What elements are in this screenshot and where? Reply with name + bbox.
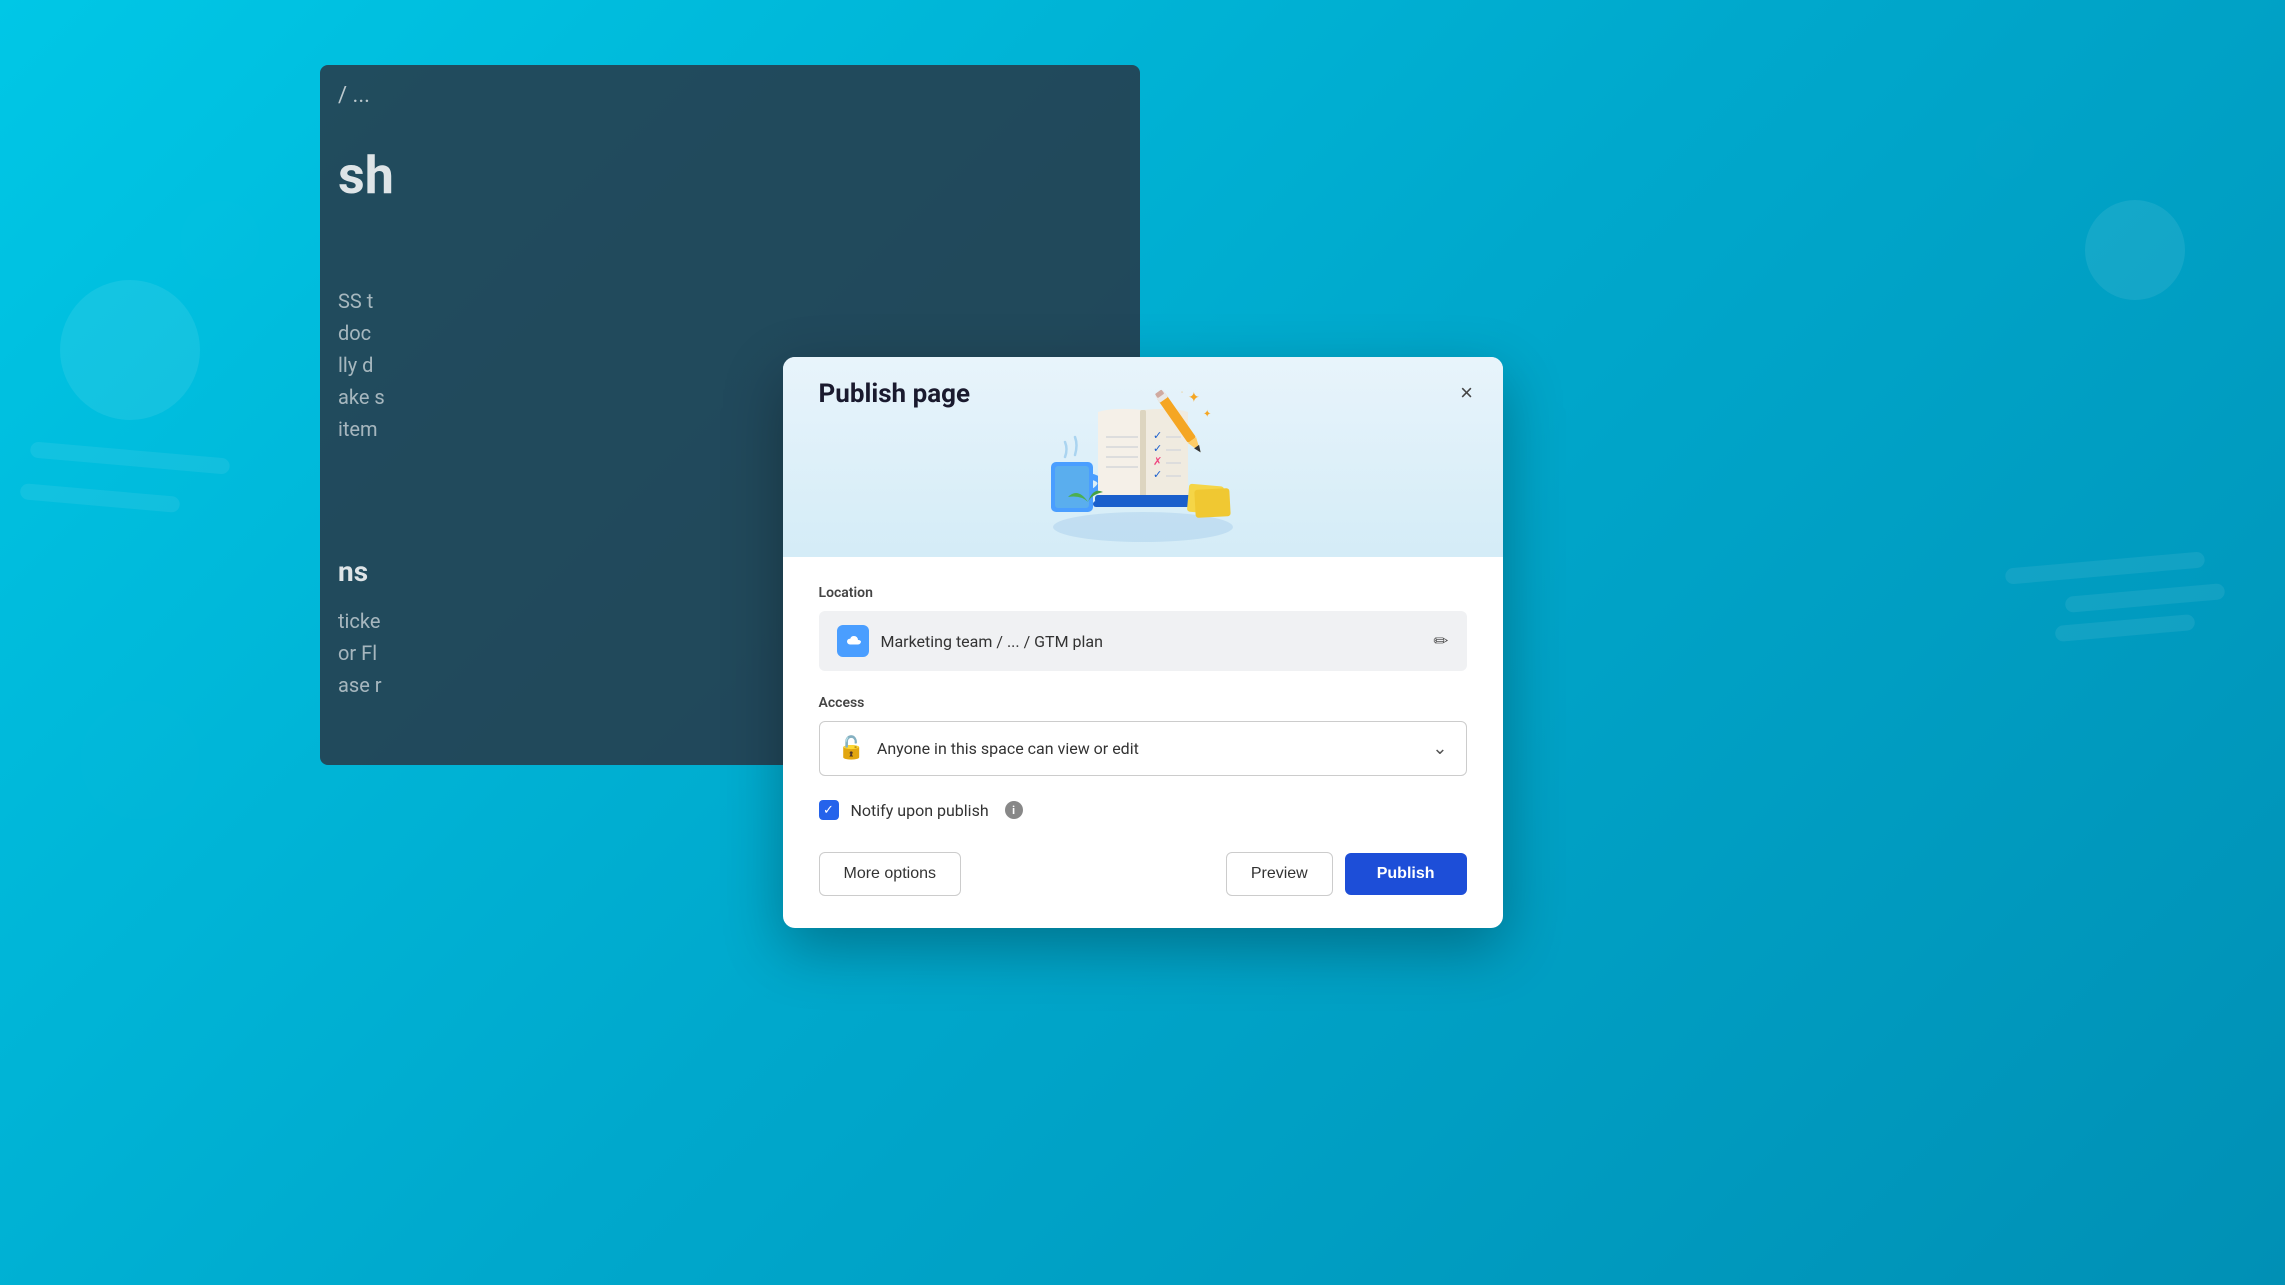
- notify-row: ✓ Notify upon publish i: [819, 800, 1467, 820]
- checkbox-check-icon: ✓: [823, 804, 834, 817]
- location-section: Location Marketing team / ... / GTM plan…: [819, 585, 1467, 671]
- svg-text:·: ·: [1181, 388, 1183, 397]
- preview-button[interactable]: Preview: [1226, 852, 1333, 896]
- more-options-button[interactable]: More options: [819, 852, 962, 896]
- access-inner: 🔓 Anyone in this space can view or edit: [838, 736, 1139, 761]
- location-inner: Marketing team / ... / GTM plan: [837, 625, 1103, 657]
- access-text: Anyone in this space can view or edit: [877, 739, 1139, 758]
- modal-title: Publish page: [819, 379, 971, 409]
- book-illustration: ✓ ✓ ✗ ✓ ✦ ✦ ·: [1033, 367, 1253, 547]
- chevron-down-icon: ⌄: [1432, 738, 1447, 759]
- location-text: Marketing team / ... / GTM plan: [881, 632, 1103, 651]
- svg-text:✦: ✦: [1188, 390, 1200, 406]
- modal-footer: More options Preview Publish: [819, 852, 1467, 896]
- edit-icon[interactable]: ✏: [1433, 631, 1448, 652]
- footer-right-buttons: Preview Publish: [1226, 852, 1467, 896]
- notify-checkbox[interactable]: ✓: [819, 800, 839, 820]
- space-svg-icon: [843, 634, 863, 648]
- svg-text:✓: ✓: [1153, 442, 1162, 455]
- svg-text:✓: ✓: [1153, 429, 1162, 442]
- publish-button[interactable]: Publish: [1345, 853, 1467, 895]
- notify-label: Notify upon publish: [851, 801, 989, 820]
- svg-text:✓: ✓: [1153, 468, 1162, 481]
- location-field: Marketing team / ... / GTM plan ✏: [819, 611, 1467, 671]
- location-label: Location: [819, 585, 1467, 601]
- svg-text:✗: ✗: [1153, 455, 1162, 468]
- access-label: Access: [819, 695, 1467, 711]
- modal-body: Location Marketing team / ... / GTM plan…: [783, 557, 1503, 928]
- access-section: Access 🔓 Anyone in this space can view o…: [819, 695, 1467, 776]
- access-dropdown[interactable]: 🔓 Anyone in this space can view or edit …: [819, 721, 1467, 776]
- info-icon[interactable]: i: [1005, 801, 1023, 819]
- publish-modal: ✓ ✓ ✗ ✓ ✦ ✦ ·: [783, 357, 1503, 928]
- svg-text:✦: ✦: [1203, 409, 1211, 420]
- space-icon: [837, 625, 869, 657]
- modal-overlay: ✓ ✓ ✗ ✓ ✦ ✦ ·: [0, 0, 2285, 1285]
- close-button[interactable]: ×: [1449, 375, 1485, 411]
- lock-icon: 🔓: [838, 736, 865, 761]
